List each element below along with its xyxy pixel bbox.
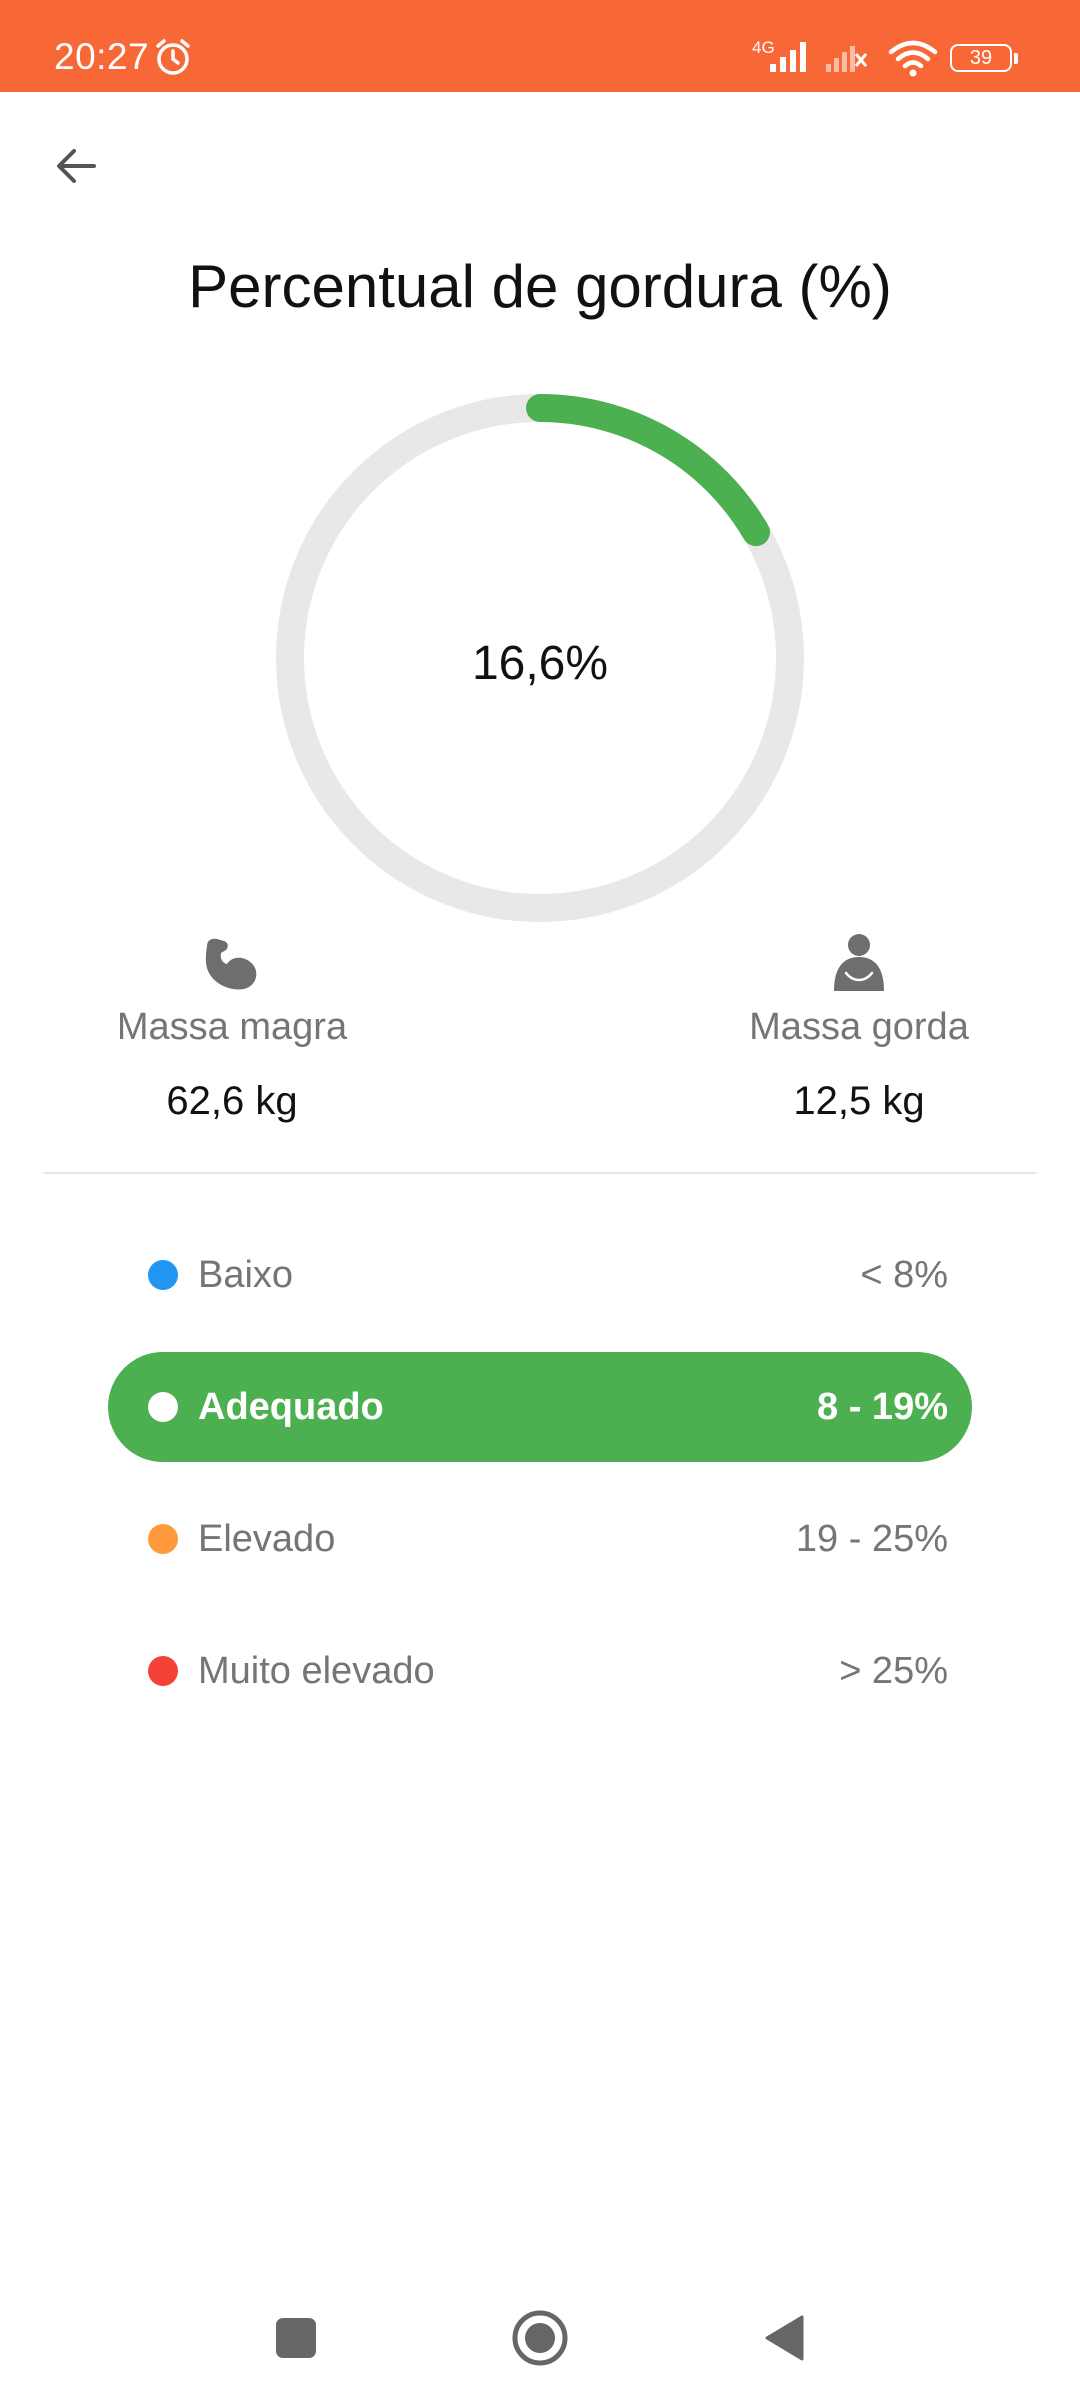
- divider: [44, 1172, 1036, 1174]
- range-dot-high: [148, 1524, 178, 1554]
- home-button[interactable]: [510, 2308, 570, 2368]
- home-circle-icon: [512, 2310, 568, 2366]
- lean-mass-label: Massa magra: [116, 1006, 348, 1048]
- recents-button[interactable]: [266, 2308, 326, 2368]
- range-value: < 8%: [860, 1253, 948, 1296]
- range-row-very-high: Muito elevado > 25%: [108, 1616, 972, 1726]
- range-dot-low: [148, 1260, 178, 1290]
- range-value: 8 - 19%: [817, 1385, 948, 1428]
- status-bar: 20:27 4G 39: [0, 0, 1080, 92]
- flexed-bicep-icon: [205, 938, 257, 990]
- back-nav-button[interactable]: [754, 2308, 814, 2368]
- range-row-adequate: Adequado 8 - 19%: [108, 1352, 972, 1462]
- range-label: Muito elevado: [198, 1649, 435, 1692]
- signal-icon: [770, 42, 806, 72]
- back-button[interactable]: [40, 130, 112, 202]
- body-fat-percentage-value: 16,6%: [471, 637, 609, 690]
- arrow-left-icon: [57, 149, 96, 183]
- recents-square-icon: [276, 2318, 316, 2358]
- battery-icon: 39: [950, 44, 1012, 72]
- back-triangle-icon: [765, 2315, 804, 2361]
- signal-no-service-icon: [826, 46, 868, 72]
- fat-mass: Massa gorda 12,5 kg: [699, 930, 1019, 1124]
- status-time: 20:27: [54, 36, 150, 77]
- range-label: Elevado: [198, 1517, 336, 1560]
- system-nav-bar: [0, 2280, 1080, 2390]
- person-icon: [834, 934, 884, 991]
- range-row-high: Elevado 19 - 25%: [108, 1484, 972, 1594]
- page-title: Percentual de gordura (%): [188, 253, 892, 320]
- range-value: > 25%: [839, 1649, 948, 1692]
- lean-mass: Massa magra 62,6 kg: [72, 930, 392, 1124]
- battery-level: 39: [969, 47, 993, 69]
- range-value: 19 - 25%: [795, 1517, 948, 1560]
- range-row-low: Baixo < 8%: [108, 1220, 972, 1330]
- fat-mass-value: 12,5 kg: [793, 1079, 925, 1123]
- range-dot-adequate: [148, 1392, 178, 1422]
- fat-mass-label: Massa gorda: [749, 1006, 969, 1048]
- range-dot-very-high: [148, 1656, 178, 1686]
- range-label: Adequado: [198, 1385, 384, 1428]
- battery-tip: [1014, 53, 1018, 64]
- wifi-icon: [888, 40, 938, 77]
- lean-mass-value: 62,6 kg: [166, 1079, 298, 1123]
- range-label: Baixo: [198, 1253, 294, 1296]
- alarm-icon: [156, 39, 190, 75]
